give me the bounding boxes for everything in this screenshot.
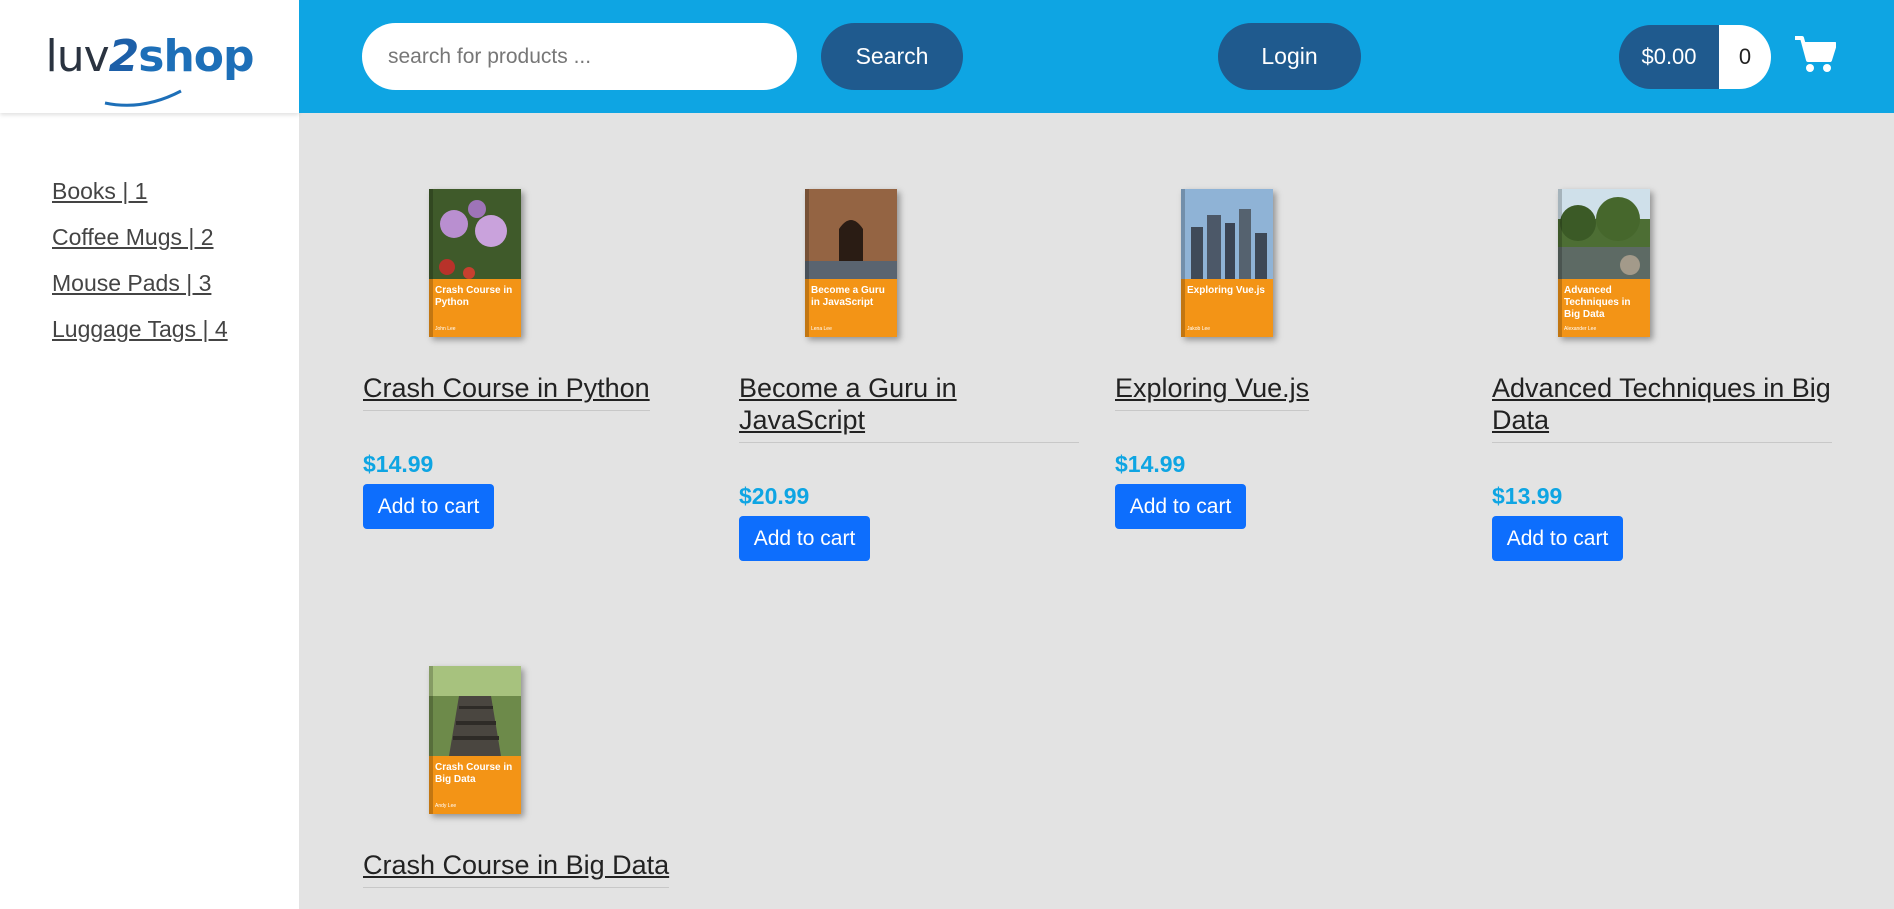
category-item: Luggage Tags | 4 [52,316,228,343]
product-image[interactable]: Exploring Vue.js Jakob Lee [1181,189,1273,337]
search-input[interactable] [362,23,797,90]
product-price: $14.99 [1115,451,1186,477]
category-link-luggage-tags[interactable]: Luggage Tags | 4 [52,316,228,342]
add-to-cart-button[interactable]: Add to cart [363,484,494,529]
forest-stairs-photo [429,666,521,756]
search-button[interactable]: Search [821,23,963,90]
product-image[interactable]: Advanced Techniques in Big Data Alexande… [1558,189,1650,337]
cover-title: Advanced Techniques in Big Data [1564,285,1631,320]
category-link-mouse-pads[interactable]: Mouse Pads | 3 [52,270,211,296]
cover-spine [429,189,433,337]
product-title-link[interactable]: Crash Course in Big Data [363,849,670,888]
cover-author: Andy Lee [435,803,457,809]
cover-author: Lena Lee [811,326,832,332]
product-image[interactable]: Become a Guru in JavaScript Lena Lee [805,189,897,337]
logo-wordmark: luv2shop [45,31,255,107]
orchid-photo [429,189,521,279]
category-link-coffee-mugs[interactable]: Coffee Mugs | 2 [52,224,214,250]
category-item: Coffee Mugs | 2 [52,224,228,251]
category-item: Mouse Pads | 3 [52,270,228,297]
product-title-link[interactable]: Become a Guru in JavaScript [739,372,1079,443]
product-price: $13.99 [1492,483,1563,509]
cover-spine [1558,189,1562,337]
add-to-cart-button[interactable]: Add to cart [739,516,870,561]
cover-title: Become a Guru in JavaScript [811,285,885,308]
cover-author: Alexander Lee [1564,326,1597,332]
cover-title: Crash Course in Python [435,285,513,308]
archway-photo [805,189,897,279]
category-link-books[interactable]: Books | 1 [52,178,147,204]
cart-status[interactable]: $0.00 0 [1619,25,1771,89]
add-to-cart-button[interactable]: Add to cart [1492,516,1623,561]
product-image[interactable]: Crash Course in Python John Lee [429,189,521,337]
cover-spine [429,666,433,814]
cover-spine [805,189,809,337]
product-image[interactable]: Crash Course in Big Data Andy Lee [429,666,521,814]
category-list: Books | 1 Coffee Mugs | 2 Mouse Pads | 3… [52,178,228,362]
shopping-cart-icon[interactable] [1794,34,1836,74]
cover-author: John Lee [435,326,456,332]
sidebar: luv2shop Books | 1 Coffee Mugs | 2 Mouse… [0,0,299,909]
cover-spine [1181,189,1185,337]
logo-swoosh-icon [105,89,183,107]
city-skyline-photo [1181,189,1273,279]
cover-author: Jakob Lee [1187,326,1211,332]
product-title-link[interactable]: Exploring Vue.js [1115,372,1310,411]
add-to-cart-button[interactable]: Add to cart [1115,484,1246,529]
cart-total: $0.00 [1619,25,1719,89]
cart-quantity: 0 [1719,25,1771,89]
river-forest-photo [1558,189,1650,279]
logo-text-luv: luv [45,31,109,82]
top-header: Search Login $0.00 0 [299,0,1894,113]
cover-title: Crash Course in Big Data [435,762,513,785]
product-price: $20.99 [739,483,810,509]
logo-text-two: 2 [108,31,140,82]
login-button[interactable]: Login [1218,23,1361,90]
logo[interactable]: luv2shop [0,0,299,113]
product-title-link[interactable]: Advanced Techniques in Big Data [1492,372,1832,443]
cover-title: Exploring Vue.js [1187,285,1265,296]
logo-text-shop: shop [138,31,254,82]
product-price: $14.99 [363,451,434,477]
category-item: Books | 1 [52,178,228,205]
product-title-link[interactable]: Crash Course in Python [363,372,650,411]
